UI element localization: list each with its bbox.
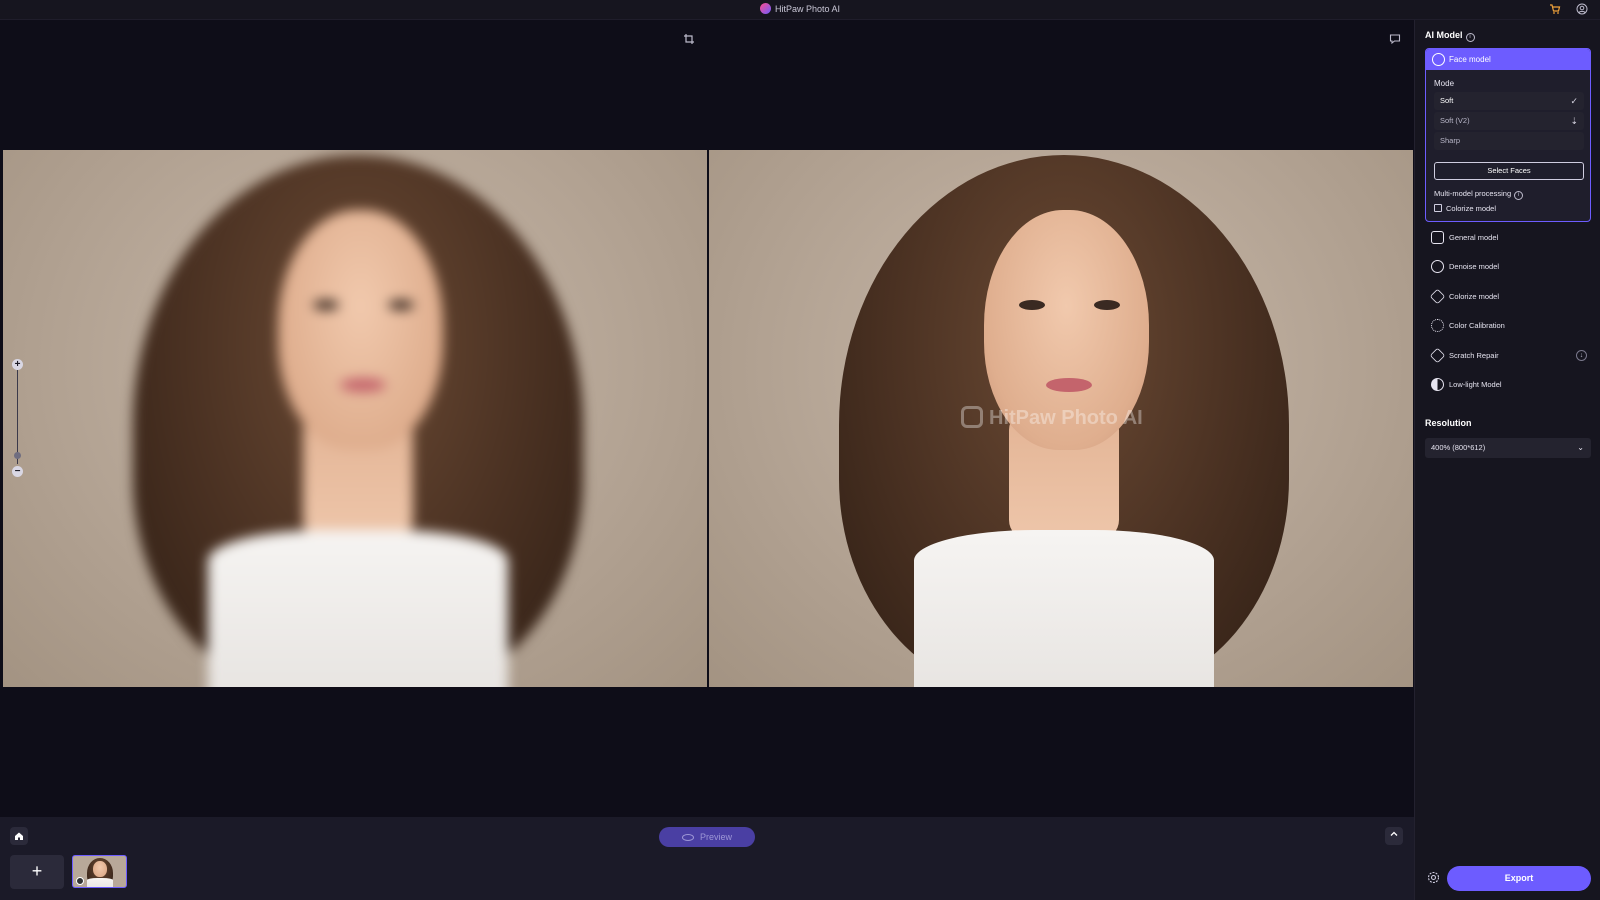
title-bar: HitPaw Photo AI [0, 0, 1600, 20]
lips-shape [340, 378, 386, 392]
window-title: HitPaw Photo AI [0, 3, 1600, 14]
photo-subject [3, 150, 707, 687]
checkmark-icon: ✓ [1570, 96, 1578, 106]
app-title: HitPaw Photo AI [774, 4, 841, 14]
colorize-checkbox[interactable]: Colorize model [1434, 204, 1496, 213]
cart-icon[interactable] [1548, 3, 1562, 17]
resolution-heading: Resolution [1425, 418, 1472, 428]
face-model-option[interactable]: Face model [1426, 49, 1590, 70]
mode-option-label: Soft (V2) [1440, 116, 1470, 125]
zoom-slider-handle[interactable] [14, 452, 21, 459]
checkbox-icon [1434, 204, 1442, 212]
model-label: Low-light Model [1449, 380, 1502, 389]
model-label: Scratch Repair [1449, 351, 1499, 360]
download-icon[interactable]: ⇣ [1570, 112, 1578, 130]
face-shape [278, 210, 443, 450]
shirt-shape [208, 530, 508, 687]
app-logo-icon [759, 3, 771, 14]
collapse-button[interactable] [1385, 827, 1403, 845]
lips-shape [1046, 378, 1092, 392]
user-icon[interactable] [1575, 3, 1589, 17]
ai-model-heading: AI Model i [1425, 30, 1475, 42]
mode-option-soft-v2[interactable]: Soft (V2) ⇣ [1434, 112, 1584, 130]
colorize-icon [1429, 288, 1446, 305]
mode-option-soft[interactable]: Soft ✓ [1434, 92, 1584, 110]
model-color-calibration[interactable]: Color Calibration [1425, 315, 1591, 337]
gear-icon [1427, 871, 1439, 884]
model-label: Denoise model [1449, 262, 1500, 271]
model-low-light[interactable]: Low-light Model [1425, 374, 1591, 396]
contrast-icon [1431, 378, 1444, 391]
eye-shape [313, 300, 339, 310]
general-model-icon [1431, 231, 1444, 244]
multi-model-label: Multi-model processing i [1434, 189, 1524, 200]
add-image-button[interactable]: + [10, 855, 64, 889]
ai-model-title: AI Model [1425, 30, 1463, 40]
chevron-down-icon: ⌄ [1577, 443, 1584, 452]
model-scratch-repair[interactable]: Scratch Repair ↓ [1425, 345, 1591, 367]
resolution-select[interactable]: 400% (800*612) ⌄ [1425, 438, 1591, 458]
watermark-logo-icon [961, 406, 983, 428]
select-faces-button[interactable]: Select Faces [1434, 162, 1584, 180]
home-button[interactable] [10, 827, 28, 845]
original-image[interactable] [3, 150, 707, 687]
watermark: HitPaw Photo AI [961, 406, 1143, 430]
crop-icon[interactable] [683, 32, 697, 46]
watermark-text: HitPaw Photo AI [989, 407, 1143, 429]
thumbnail-status-icon [76, 877, 84, 885]
info-icon[interactable]: i [1514, 191, 1524, 200]
export-button[interactable]: Export [1447, 866, 1591, 891]
denoise-icon [1431, 260, 1444, 273]
thumb-shirt-shape [87, 878, 113, 887]
preview-label: Preview [699, 832, 732, 842]
shirt-shape [914, 530, 1214, 687]
eye-shape [388, 300, 414, 310]
model-denoise[interactable]: Denoise model [1425, 256, 1591, 278]
eye-icon [681, 834, 694, 841]
enhanced-image[interactable]: HitPaw Photo AI [709, 150, 1413, 687]
sun-icon [1431, 319, 1444, 332]
info-icon[interactable]: i [1465, 33, 1475, 42]
eye-shape [1019, 300, 1045, 310]
download-icon[interactable]: ↓ [1576, 350, 1587, 361]
model-label: Color Calibration [1449, 321, 1505, 330]
thumb-face-shape [93, 861, 107, 877]
mode-option-sharp[interactable]: Sharp [1434, 132, 1584, 150]
bottom-bar: Preview + [0, 817, 1414, 900]
home-icon [15, 832, 23, 840]
mode-option-label: Soft [1440, 96, 1454, 105]
comment-icon[interactable] [1389, 32, 1403, 46]
face-icon [1432, 53, 1445, 66]
preview-button[interactable]: Preview [659, 827, 755, 847]
colorize-checkbox-label: Colorize model [1446, 204, 1497, 213]
model-general[interactable]: General model [1425, 227, 1591, 249]
resolution-value: 400% (800*612) [1431, 443, 1486, 452]
model-colorize[interactable]: Colorize model [1425, 286, 1591, 308]
canvas-workspace: HitPaw Photo AI + − [0, 20, 1414, 817]
zoom-slider-track[interactable] [17, 370, 18, 464]
chevron-up-icon [1390, 831, 1398, 836]
zoom-out-button[interactable]: − [12, 466, 23, 477]
eye-shape [1094, 300, 1120, 310]
zoom-in-button[interactable]: + [12, 359, 23, 370]
settings-button[interactable] [1425, 871, 1441, 887]
image-thumbnail[interactable] [72, 855, 127, 888]
face-model-card: Face model Mode Soft ✓ Soft (V2) ⇣ Sharp… [1425, 48, 1591, 222]
face-model-label: Face model [1449, 55, 1491, 64]
scratch-icon [1429, 347, 1446, 364]
model-label: General model [1449, 233, 1499, 242]
settings-sidebar: AI Model i Face model Mode Soft ✓ Soft (V… [1414, 20, 1600, 900]
multi-model-text: Multi-model processing [1434, 189, 1512, 198]
mode-label: Mode [1434, 79, 1455, 88]
mode-option-label: Sharp [1440, 136, 1461, 145]
model-label: Colorize model [1449, 292, 1500, 301]
